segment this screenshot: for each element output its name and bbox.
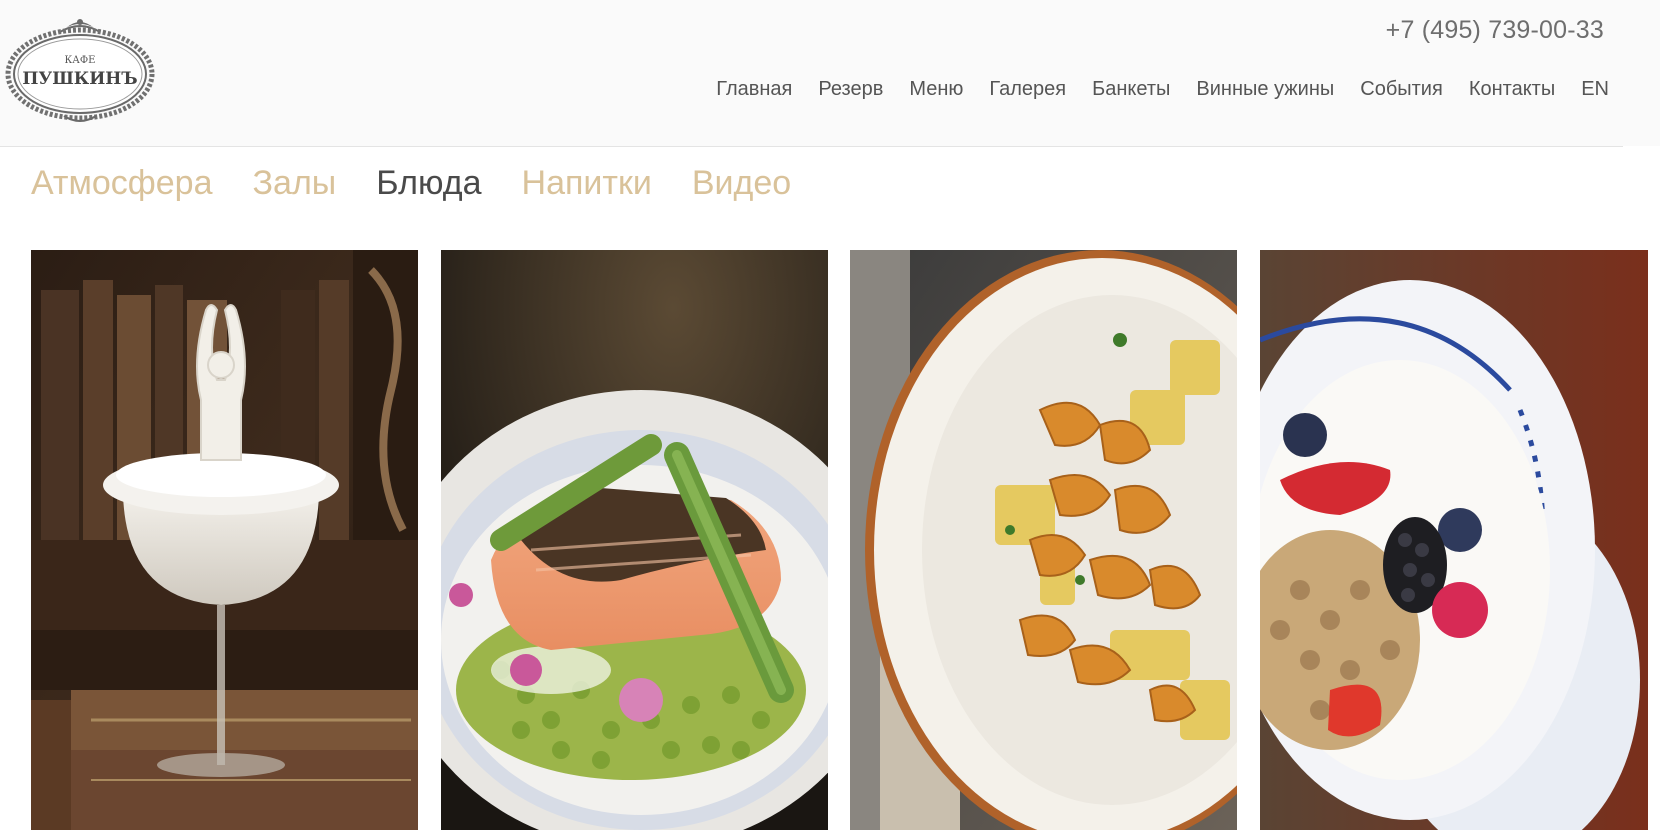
- nav-item-home[interactable]: Главная: [716, 78, 792, 101]
- gallery-photo-granola[interactable]: [1260, 250, 1648, 830]
- cafe-pushkin-logo[interactable]: КАФЕ ПУШКИНЪ: [4, 14, 156, 126]
- salmon-dish-image: [441, 250, 828, 830]
- nav-item-events[interactable]: События: [1360, 78, 1443, 101]
- gallery-photo-chanterelles[interactable]: [850, 250, 1237, 830]
- logo-emblem: КАФЕ ПУШКИНЪ: [5, 19, 155, 122]
- header-divider: [0, 146, 1623, 147]
- page: КАФЕ ПУШКИНЪ +7 (495) 739-00-33 Главная …: [0, 0, 1660, 830]
- logo-small-text: КАФЕ: [65, 55, 96, 66]
- tab-dishes[interactable]: Блюда: [376, 164, 481, 203]
- ballerina-dessert-image: [31, 250, 418, 830]
- tab-video[interactable]: Видео: [692, 164, 791, 203]
- nav-item-banquets[interactable]: Банкеты: [1092, 78, 1170, 101]
- tab-halls[interactable]: Залы: [253, 164, 337, 203]
- granola-dish-image: [1260, 250, 1648, 830]
- chanterelles-dish-image: [850, 250, 1237, 830]
- gallery-photo-salmon[interactable]: [441, 250, 828, 830]
- nav-item-language-en[interactable]: EN: [1581, 78, 1609, 101]
- phone-number[interactable]: +7 (495) 739-00-33: [1386, 16, 1604, 45]
- gallery-tabs: Атмосфера Залы Блюда Напитки Видео: [31, 164, 831, 203]
- nav-item-gallery[interactable]: Галерея: [989, 78, 1066, 101]
- tab-drinks[interactable]: Напитки: [522, 164, 652, 203]
- nav-item-contacts[interactable]: Контакты: [1469, 78, 1555, 101]
- site-header: КАФЕ ПУШКИНЪ +7 (495) 739-00-33 Главная …: [0, 0, 1660, 146]
- nav-item-menu[interactable]: Меню: [909, 78, 963, 101]
- nav-item-reservation[interactable]: Резерв: [818, 78, 883, 101]
- main-nav: Главная Резерв Меню Галерея Банкеты Винн…: [690, 78, 1609, 101]
- gallery-photo-ballerina-dessert[interactable]: [31, 250, 418, 830]
- nav-item-wine-dinners[interactable]: Винные ужины: [1196, 78, 1334, 101]
- tab-atmosphere[interactable]: Атмосфера: [31, 164, 213, 203]
- logo-main-text: ПУШКИНЪ: [22, 69, 137, 89]
